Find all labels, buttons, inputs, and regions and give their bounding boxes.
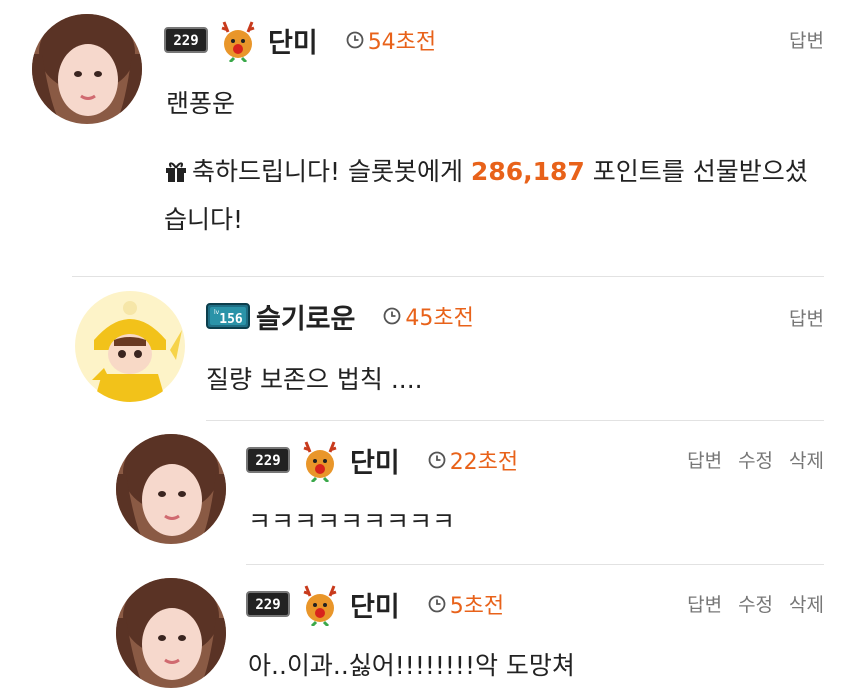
username[interactable]: 단미: [268, 21, 318, 60]
comment-text: 질량 보존으 법칙 ....: [206, 365, 423, 394]
svg-text:156: 156: [219, 312, 243, 327]
time-text: 45초전: [405, 306, 474, 331]
reindeer-icon: [214, 18, 262, 62]
username[interactable]: 단미: [350, 585, 400, 624]
level-badge-icon: 229: [246, 447, 290, 473]
clock-icon: [383, 307, 401, 325]
comment-text: ㅋㅋㅋㅋㅋㅋㅋㅋㅋ: [248, 507, 456, 536]
delete-button[interactable]: 삭제: [789, 590, 824, 617]
divider: [246, 564, 824, 565]
avatar[interactable]: [74, 290, 186, 402]
level-badge-icon: 229: [164, 27, 208, 53]
svg-text:229: 229: [255, 597, 280, 613]
gift-points: 286,187: [470, 157, 585, 186]
comment-actions: 답변: [789, 26, 824, 53]
time-text: 54초전: [367, 30, 437, 55]
comment-text: 아..이과..싫어!!!!!!!!악 도망쳐: [248, 651, 575, 680]
time-text: 5초전: [449, 594, 505, 619]
clock-icon: [428, 595, 446, 613]
avatar[interactable]: [32, 14, 142, 124]
comment-text: 랜퐁운: [166, 89, 236, 118]
level-badge-icon: 229: [246, 591, 290, 617]
reply-button[interactable]: 답변: [789, 26, 824, 53]
delete-button[interactable]: 삭제: [789, 446, 824, 473]
timestamp: 5초전: [428, 588, 504, 620]
comment-actions: 답변: [789, 304, 824, 331]
divider: [206, 420, 824, 421]
avatar[interactable]: [116, 434, 226, 544]
gift-icon: [164, 159, 188, 183]
username[interactable]: 단미: [350, 441, 400, 480]
svg-text:229: 229: [173, 33, 198, 49]
svg-text:229: 229: [255, 453, 280, 469]
username[interactable]: 슬기로운: [256, 297, 355, 336]
comment-actions: 답변 수정 삭제: [687, 590, 824, 617]
gift-notice: 축하드립니다! 슬롯봇에게 286,187 포인트를 선물받으셨습니다!: [164, 148, 814, 244]
comment-actions: 답변 수정 삭제: [687, 446, 824, 473]
avatar[interactable]: [116, 578, 226, 688]
reply-button[interactable]: 답변: [687, 590, 722, 617]
reply-button[interactable]: 답변: [687, 446, 722, 473]
timestamp: 45초전: [383, 300, 474, 332]
reindeer-icon: [296, 582, 344, 626]
timestamp: 54초전: [346, 24, 436, 56]
edit-button[interactable]: 수정: [738, 446, 773, 473]
time-text: 22초전: [449, 450, 519, 475]
timestamp: 22초전: [428, 444, 518, 476]
level-badge-icon: lv 156: [206, 303, 250, 329]
reindeer-icon: [296, 438, 344, 482]
reply-button[interactable]: 답변: [789, 304, 824, 331]
clock-icon: [346, 31, 364, 49]
divider: [72, 276, 824, 277]
gift-prefix: 축하드립니다! 슬롯봇에게: [192, 157, 471, 186]
clock-icon: [428, 451, 446, 469]
edit-button[interactable]: 수정: [738, 590, 773, 617]
